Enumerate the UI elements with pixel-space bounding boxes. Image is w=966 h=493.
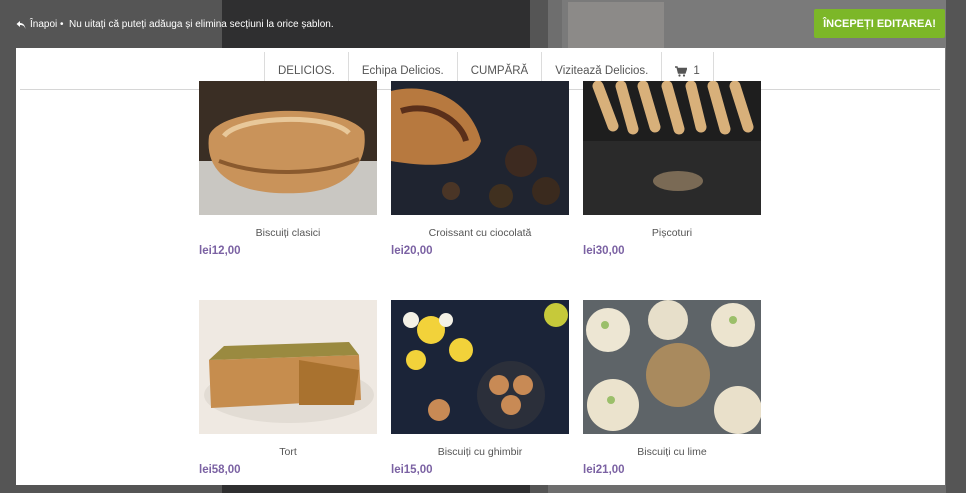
editor-topbar: Înapoi • Nu uitați că puteți adăuga și e… bbox=[0, 0, 966, 48]
template-preview: DELICIOS. Echipa Delicios. CUMPĂRĂ Vizit… bbox=[16, 48, 945, 485]
notice-text: Nu uitați că puteți adăuga și elimina se… bbox=[69, 19, 334, 30]
product-name: Biscuiți cu ghimbir bbox=[437, 446, 523, 458]
product-price: lei58,00 bbox=[199, 464, 241, 476]
start-editing-button[interactable]: ÎNCEPEȚI EDITAREA! bbox=[814, 9, 945, 38]
product-card[interactable]: Biscuiți clasici lei12,00 bbox=[199, 81, 377, 257]
separator-dot: • bbox=[60, 19, 64, 30]
product-name: Pișcoturi bbox=[651, 227, 693, 239]
product-name: Croissant cu ciocolată bbox=[428, 227, 532, 239]
shopping-cart-icon bbox=[675, 65, 688, 77]
product-card[interactable]: Tort lei58,00 bbox=[199, 300, 377, 476]
product-photo bbox=[391, 300, 569, 434]
cart-count: 1 bbox=[693, 65, 700, 77]
product-name: Biscuiți clasici bbox=[255, 227, 321, 239]
product-card[interactable]: Croissant cu ciocolată lei20,00 bbox=[391, 81, 569, 257]
product-photo bbox=[583, 81, 761, 215]
product-price: lei21,00 bbox=[583, 464, 625, 476]
product-card[interactable]: Pișcoturi lei30,00 bbox=[583, 81, 761, 257]
product-photo bbox=[199, 81, 377, 215]
product-card[interactable]: Biscuiți cu ghimbir lei15,00 bbox=[391, 300, 569, 476]
back-link[interactable]: Înapoi bbox=[16, 19, 57, 30]
product-card[interactable]: Biscuiți cu lime lei21,00 bbox=[583, 300, 761, 476]
product-photo bbox=[199, 300, 377, 434]
product-name: Biscuiți cu lime bbox=[637, 446, 707, 458]
back-arrow-icon bbox=[16, 20, 26, 29]
product-price: lei30,00 bbox=[583, 245, 625, 257]
product-photo bbox=[391, 81, 569, 215]
product-price: lei12,00 bbox=[199, 245, 241, 257]
back-label: Înapoi bbox=[30, 19, 58, 30]
product-photo bbox=[583, 300, 761, 434]
product-price: lei15,00 bbox=[391, 464, 433, 476]
product-price: lei20,00 bbox=[391, 245, 433, 257]
product-name: Tort bbox=[279, 446, 297, 458]
